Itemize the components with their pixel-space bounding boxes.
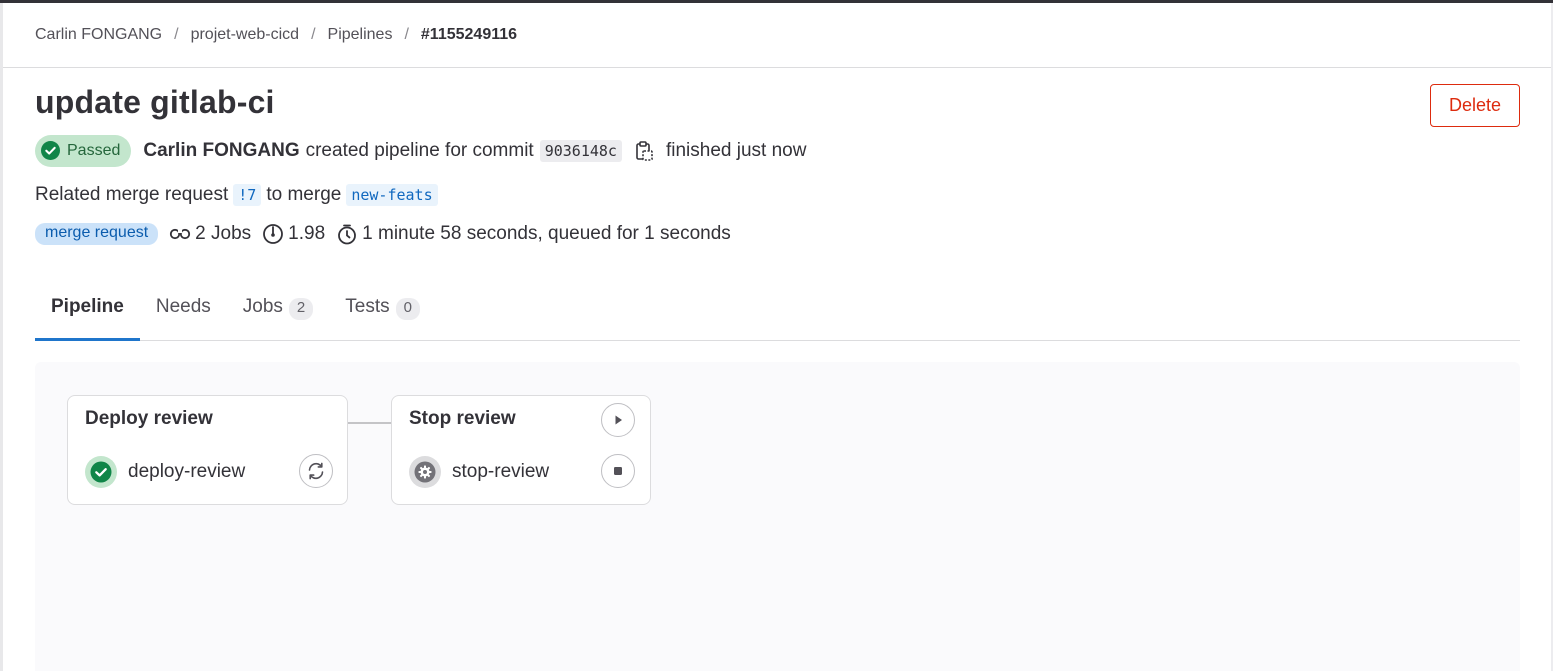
page-title: update gitlab-ci xyxy=(35,84,275,120)
breadcrumb-item-pipelines[interactable]: Pipelines xyxy=(328,26,393,44)
delete-button[interactable]: Delete xyxy=(1430,84,1520,127)
play-stage-button[interactable] xyxy=(601,403,635,437)
author-link[interactable]: Carlin FONGANG xyxy=(143,140,299,162)
tab-count-badge: 0 xyxy=(395,298,420,320)
stop-button[interactable] xyxy=(601,454,635,488)
status-badge[interactable]: Passed xyxy=(35,134,132,167)
pipeline-icon xyxy=(170,228,191,240)
stopwatch-icon xyxy=(338,224,357,245)
stage-connector xyxy=(348,422,391,424)
duration-text: 1 minute 58 seconds, queued for 1 second… xyxy=(362,223,731,244)
tab-pipeline[interactable]: Pipeline xyxy=(35,289,140,341)
breadcrumb: Carlin FONGANG / projet-web-cicd / Pipel… xyxy=(35,24,517,46)
stage-deploy-review: Deploy review deploy-review xyxy=(67,395,348,505)
window-top-border xyxy=(0,0,1553,3)
compute-usage-text: 1.98 xyxy=(288,223,326,244)
breadcrumb-separator: / xyxy=(311,26,316,43)
tab-label: Jobs xyxy=(242,296,283,317)
job-name: stop-review xyxy=(452,461,550,482)
gear-icon xyxy=(409,456,441,488)
pipeline-status-line: Passed Carlin FONGANG created pipeline f… xyxy=(35,134,806,167)
job-name: deploy-review xyxy=(128,461,246,482)
breadcrumb-separator: / xyxy=(174,26,179,43)
stage-title: Deploy review xyxy=(85,408,213,429)
breadcrumb-item-user[interactable]: Carlin FONGANG xyxy=(35,26,162,44)
check-circle-icon xyxy=(41,141,60,160)
tab-count-badge: 2 xyxy=(288,298,314,320)
stage-stop-review: Stop review stop-review xyxy=(391,395,651,505)
job-deploy-review[interactable]: deploy-review xyxy=(85,456,245,488)
tab-needs[interactable]: Needs xyxy=(140,289,227,340)
tab-tests[interactable]: Tests 0 xyxy=(329,289,436,340)
source-branch-link[interactable]: new-feats xyxy=(346,184,438,206)
retry-button[interactable] xyxy=(299,454,333,488)
window-left-border xyxy=(0,3,3,671)
stop-icon xyxy=(614,467,622,475)
merge-request-link[interactable]: !7 xyxy=(233,184,262,206)
breadcrumb-item-project[interactable]: projet-web-cicd xyxy=(191,26,299,44)
related-merge-request-line: Related merge request !7 to merge new-fe… xyxy=(35,182,443,208)
header-divider xyxy=(3,67,1551,68)
created-text: created pipeline for commit xyxy=(305,139,534,161)
tab-jobs[interactable]: Jobs 2 xyxy=(227,289,329,340)
tab-label: Needs xyxy=(155,296,211,317)
to-merge-text: to merge xyxy=(266,184,342,205)
jobs-count: 2 Jobs xyxy=(169,223,251,245)
play-icon xyxy=(615,415,622,425)
stage-title: Stop review xyxy=(409,408,516,429)
commit-sha-link[interactable]: 9036148c xyxy=(539,139,622,162)
jobs-count-text: 2 Jobs xyxy=(195,223,252,244)
pipeline-tabs: Pipeline Needs Jobs 2 Tests 0 xyxy=(35,289,1520,341)
job-stop-review[interactable]: stop-review xyxy=(409,456,549,488)
timer-dial-icon xyxy=(263,224,284,244)
compute-usage: 1.98 xyxy=(262,223,325,245)
pipeline-meta-line: merge request 2 Jobs 1.98 1 minute 58 se… xyxy=(35,221,731,247)
check-circle-icon xyxy=(85,456,117,488)
status-badge-label: Passed xyxy=(67,141,121,159)
breadcrumb-item-pipeline-id[interactable]: #1155249116 xyxy=(421,26,517,44)
duration: 1 minute 58 seconds, queued for 1 second… xyxy=(336,223,731,245)
finished-text: finished just now xyxy=(665,139,807,161)
merge-request-badge[interactable]: merge request xyxy=(35,223,159,245)
related-mr-prefix: Related merge request xyxy=(35,184,229,205)
retry-icon xyxy=(308,462,324,480)
tab-label: Tests xyxy=(345,296,390,317)
copy-to-clipboard-icon[interactable] xyxy=(635,140,653,161)
tab-label: Pipeline xyxy=(51,296,124,317)
breadcrumb-separator: / xyxy=(404,26,409,43)
